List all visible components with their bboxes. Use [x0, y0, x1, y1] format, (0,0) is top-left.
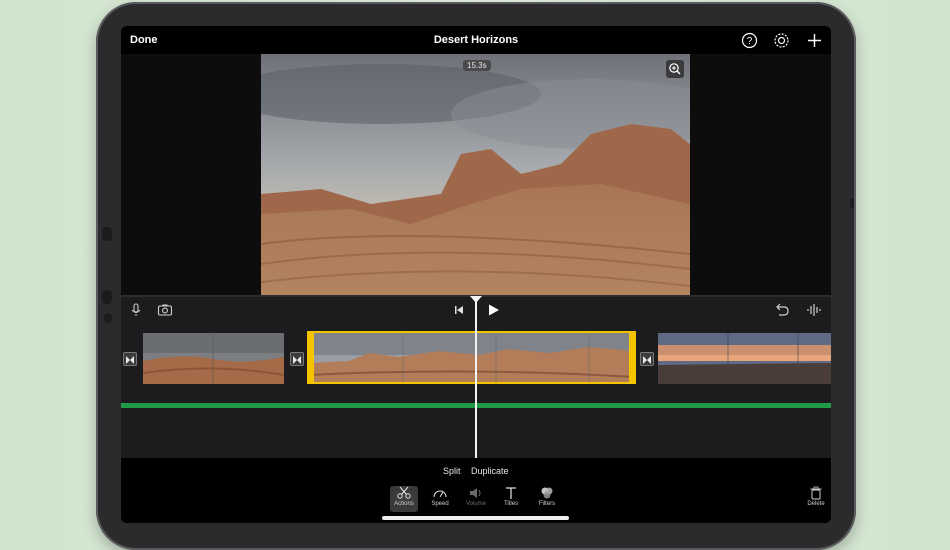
trim-handle-right[interactable] [629, 331, 636, 384]
speedometer-icon [433, 490, 447, 498]
speaker-icon [470, 488, 481, 498]
delete-label: Delete [807, 501, 825, 507]
waveform-icon[interactable] [806, 302, 822, 318]
transition-icon [643, 356, 651, 364]
desert-landscape-frame [261, 54, 690, 295]
video-viewer: 15.3s [121, 54, 831, 295]
undo-icon[interactable] [774, 302, 790, 318]
video-clip[interactable] [143, 333, 284, 384]
top-bar: Done Desert Horizons ? [121, 26, 831, 54]
play-icon[interactable] [485, 302, 501, 318]
clip-thumbnail [143, 333, 284, 384]
clip-selection-outline [307, 331, 636, 384]
delete-button[interactable]: Delete [802, 486, 830, 512]
transition-icon [293, 356, 301, 364]
svg-text:?: ? [747, 36, 753, 47]
gear-icon[interactable] [773, 32, 790, 49]
device-side-button [102, 227, 112, 241]
volume-tool[interactable]: Volume [462, 486, 490, 512]
trash-icon [810, 486, 822, 500]
clip-duration-badge: 15.3s [463, 60, 491, 71]
transition-button[interactable] [290, 352, 304, 366]
project-title: Desert Horizons [433, 34, 519, 46]
titles-tool[interactable]: Titles [497, 486, 525, 512]
tool-label: Volume [465, 501, 486, 507]
video-preview[interactable]: 15.3s [261, 54, 690, 295]
question-circle-icon[interactable]: ? [741, 32, 758, 49]
app-screen: Done Desert Horizons ? 15.3s Split Dupli… [121, 26, 831, 523]
tool-label: Actions [394, 501, 414, 507]
actions-tool[interactable]: Actions [390, 486, 418, 512]
duplicate-button[interactable]: Duplicate [471, 466, 509, 476]
playhead[interactable] [475, 296, 477, 480]
clip-inspector: Split Duplicate Actions Speed Volume Tit… [121, 458, 831, 523]
transition-button[interactable] [640, 352, 654, 366]
transition-icon [126, 356, 134, 364]
tool-label: Titles [503, 501, 519, 507]
tool-label: Speed [431, 501, 449, 507]
home-indicator[interactable] [382, 516, 569, 520]
speed-tool[interactable]: Speed [426, 486, 454, 512]
tool-label: Filters [538, 501, 556, 507]
clip-thumbnail [658, 333, 831, 384]
trim-handle-left[interactable] [307, 331, 314, 384]
skip-to-start-icon[interactable] [451, 302, 467, 318]
device-side-button [102, 290, 112, 304]
device-side-button [850, 198, 854, 208]
device-side-button [104, 313, 112, 323]
filters-tool[interactable]: Filters [533, 486, 561, 512]
microphone-icon[interactable] [128, 302, 144, 318]
camera-icon[interactable] [157, 302, 173, 318]
scissors-icon [397, 486, 411, 499]
video-clip[interactable] [658, 333, 831, 384]
transition-button[interactable] [123, 352, 137, 366]
title-t-icon [506, 487, 516, 499]
filters-circles-icon [541, 487, 553, 499]
split-button[interactable]: Split [443, 466, 461, 476]
magnifier-plus-icon[interactable] [666, 60, 684, 78]
plus-icon[interactable] [806, 32, 823, 49]
